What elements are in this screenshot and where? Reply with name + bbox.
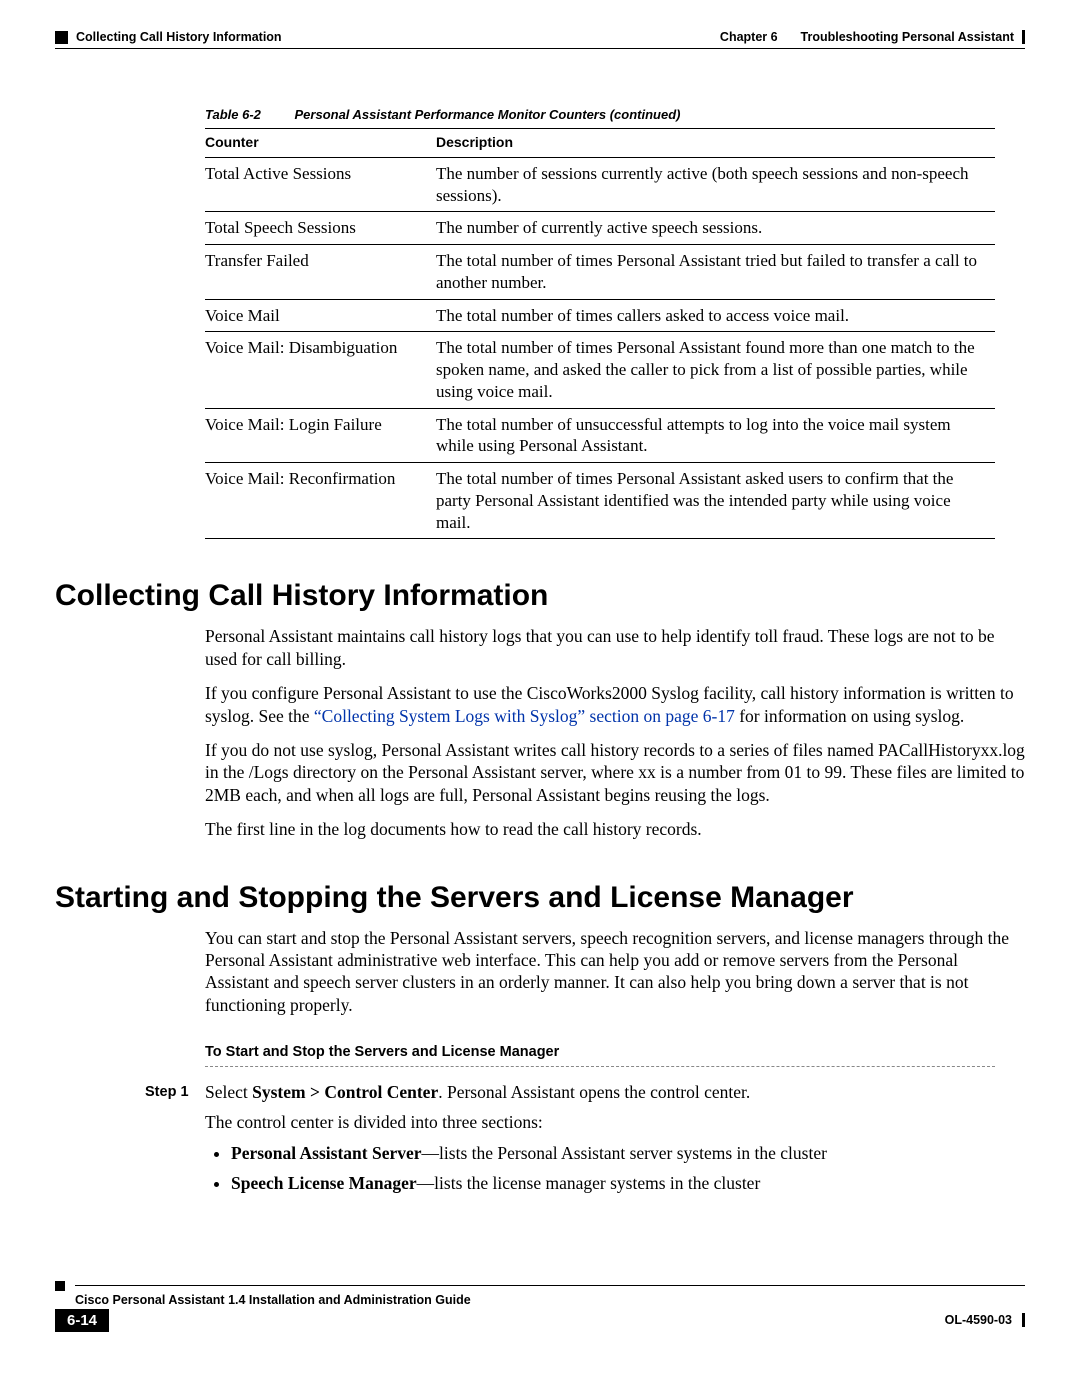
cell-counter: Total Speech Sessions xyxy=(205,212,436,245)
page-footer: Cisco Personal Assistant 1.4 Installatio… xyxy=(55,1281,1025,1332)
cell-desc: The total number of times Personal Assis… xyxy=(436,463,995,539)
table-row: Total Speech SessionsThe number of curre… xyxy=(205,212,995,245)
text: for information on using syslog. xyxy=(735,706,964,726)
footer-guide-title: Cisco Personal Assistant 1.4 Installatio… xyxy=(75,1293,471,1307)
table-row: Voice Mail: ReconfirmationThe total numb… xyxy=(205,463,995,539)
col-description: Description xyxy=(436,129,995,158)
bullet-desc: —lists the license manager systems in th… xyxy=(417,1173,761,1193)
header-bar-icon xyxy=(1022,30,1025,44)
section-body-call-history: Personal Assistant maintains call histor… xyxy=(205,625,1025,840)
section-body-servers: You can start and stop the Personal Assi… xyxy=(205,927,1025,1017)
bullet-term: Personal Assistant Server xyxy=(231,1143,422,1163)
header-section-left: Collecting Call History Information xyxy=(76,30,282,44)
header-rule xyxy=(55,48,1025,49)
table-row: Voice MailThe total number of times call… xyxy=(205,299,995,332)
table-row: Voice Mail: Login FailureThe total numbe… xyxy=(205,408,995,463)
table-number: Table 6-2 xyxy=(205,107,261,122)
table-row: Transfer FailedThe total number of times… xyxy=(205,245,995,300)
paragraph: If you configure Personal Assistant to u… xyxy=(205,682,1025,727)
cell-desc: The number of sessions currently active … xyxy=(436,157,995,212)
header-chapter-label: Chapter 6 xyxy=(720,30,778,44)
paragraph: Personal Assistant maintains call histor… xyxy=(205,625,1025,670)
bullet-desc: —lists the Personal Assistant server sys… xyxy=(422,1143,827,1163)
footer-rule xyxy=(75,1285,1025,1286)
step-1: Step 1 Select System > Control Center. P… xyxy=(145,1081,1025,1203)
footer-bar-icon xyxy=(1022,1313,1025,1327)
col-counter: Counter xyxy=(205,129,436,158)
step-line: The control center is divided into three… xyxy=(205,1111,1025,1133)
paragraph: You can start and stop the Personal Assi… xyxy=(205,927,1025,1017)
cell-desc: The total number of times callers asked … xyxy=(436,299,995,332)
cell-desc: The number of currently active speech se… xyxy=(436,212,995,245)
table-row: Voice Mail: DisambiguationThe total numb… xyxy=(205,332,995,408)
page-number: 6-14 xyxy=(55,1309,109,1332)
counters-table: Counter Description Total Active Session… xyxy=(205,128,995,539)
text: Select xyxy=(205,1082,252,1102)
doc-id: OL-4590-03 xyxy=(945,1313,1012,1327)
table-title: Personal Assistant Performance Monitor C… xyxy=(295,107,681,122)
text: . Personal Assistant opens the control c… xyxy=(438,1082,750,1102)
table-caption: Table 6-2 Personal Assistant Performance… xyxy=(205,107,1025,122)
cell-desc: The total number of times Personal Assis… xyxy=(436,245,995,300)
header-square-icon xyxy=(55,31,68,44)
section-heading-servers: Starting and Stopping the Servers and Li… xyxy=(55,881,1025,915)
cell-counter: Total Active Sessions xyxy=(205,157,436,212)
paragraph: If you do not use syslog, Personal Assis… xyxy=(205,739,1025,806)
section-heading-call-history: Collecting Call History Information xyxy=(55,579,1025,613)
cell-desc: The total number of times Personal Assis… xyxy=(436,332,995,408)
syslog-link[interactable]: “Collecting System Logs with Syslog” sec… xyxy=(314,706,735,726)
list-item: Personal Assistant Server—lists the Pers… xyxy=(231,1142,1025,1164)
procedure-subhead: To Start and Stop the Servers and Licens… xyxy=(205,1044,1025,1060)
step-bullets: Personal Assistant Server—lists the Pers… xyxy=(205,1142,1025,1195)
footer-square-icon xyxy=(55,1281,65,1291)
running-header: Collecting Call History Information Chap… xyxy=(55,30,1025,44)
paragraph: The first line in the log documents how … xyxy=(205,818,1025,840)
cell-counter: Transfer Failed xyxy=(205,245,436,300)
step-line: Select System > Control Center. Personal… xyxy=(205,1081,1025,1103)
step-label: Step 1 xyxy=(145,1081,205,1203)
menu-path: System > Control Center xyxy=(252,1082,438,1102)
cell-counter: Voice Mail xyxy=(205,299,436,332)
procedure-rule xyxy=(205,1066,995,1067)
cell-counter: Voice Mail: Reconfirmation xyxy=(205,463,436,539)
list-item: Speech License Manager—lists the license… xyxy=(231,1172,1025,1194)
cell-counter: Voice Mail: Disambiguation xyxy=(205,332,436,408)
header-chapter-title: Troubleshooting Personal Assistant xyxy=(801,30,1014,44)
table-row: Total Active SessionsThe number of sessi… xyxy=(205,157,995,212)
bullet-term: Speech License Manager xyxy=(231,1173,417,1193)
cell-desc: The total number of unsuccessful attempt… xyxy=(436,408,995,463)
cell-counter: Voice Mail: Login Failure xyxy=(205,408,436,463)
